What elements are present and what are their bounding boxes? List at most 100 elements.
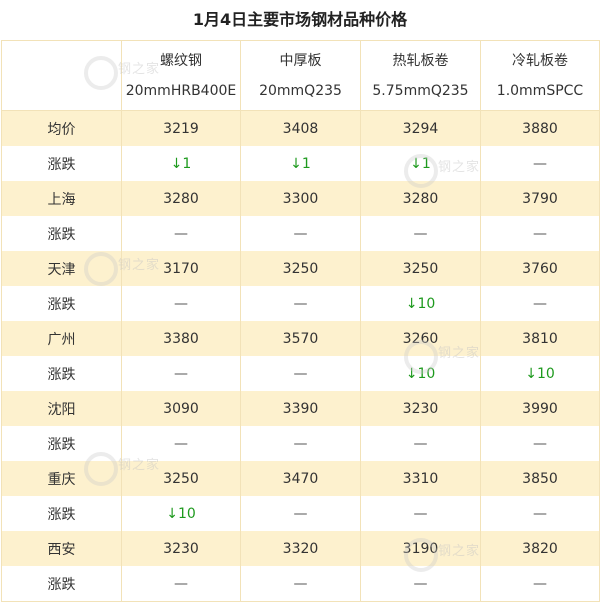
product-name: 中厚板 bbox=[279, 52, 322, 69]
table-cell: 3190 bbox=[360, 531, 481, 566]
table-cell: 3990 bbox=[480, 391, 600, 426]
header-corner bbox=[1, 40, 122, 111]
table-cell: 3408 bbox=[240, 110, 361, 146]
product-spec: 1.0mmSPCC bbox=[496, 82, 584, 99]
table-cell: — bbox=[240, 216, 361, 251]
table-cell: 3300 bbox=[240, 181, 361, 216]
table-cell: 3280 bbox=[360, 181, 481, 216]
table-cell: — bbox=[240, 496, 361, 531]
table-cell: 3470 bbox=[240, 461, 361, 496]
table-cell: 3280 bbox=[121, 181, 241, 216]
table-row: 广州 3380 3570 3260 3810 bbox=[1, 321, 600, 356]
row-label: 涨跌 bbox=[1, 426, 122, 461]
table-cell: — bbox=[240, 286, 361, 321]
table-cell: 3090 bbox=[121, 391, 241, 426]
row-label: 涨跌 bbox=[1, 286, 122, 321]
table-cell: 3170 bbox=[121, 251, 241, 286]
row-label: 均价 bbox=[1, 110, 122, 146]
product-spec: 5.75mmQ235 bbox=[372, 82, 469, 99]
table-cell: — bbox=[480, 496, 600, 531]
product-spec: 20mmQ235 bbox=[259, 82, 342, 99]
table-cell: — bbox=[240, 566, 361, 602]
product-name: 螺纹钢 bbox=[160, 52, 202, 69]
table-cell: 3260 bbox=[360, 321, 481, 356]
table-row: 天津 3170 3250 3250 3760 bbox=[1, 251, 600, 286]
row-label: 涨跌 bbox=[1, 146, 122, 181]
table-row: 涨跌 — — — — bbox=[1, 566, 600, 602]
row-label: 沈阳 bbox=[1, 391, 122, 426]
table-row: 涨跌 ↓1 ↓1 ↓1— bbox=[1, 146, 600, 181]
table-cell: — bbox=[121, 286, 241, 321]
header-cold-rolled: 冷轧板卷 1.0mmSPCC bbox=[480, 40, 600, 111]
table-cell: 3310 bbox=[360, 461, 481, 496]
table-cell: — bbox=[480, 286, 600, 321]
row-label: 涨跌 bbox=[1, 496, 122, 531]
table-row: 西安 3230 3320 3190 3820 bbox=[1, 531, 600, 566]
table-row: 涨跌 — — ↓10— bbox=[1, 286, 600, 321]
row-label: 天津 bbox=[1, 251, 122, 286]
table-cell: 3294 bbox=[360, 110, 481, 146]
table-cell: — bbox=[121, 216, 241, 251]
table-cell: ↓1 bbox=[121, 146, 241, 181]
price-table: 螺纹钢 20mmHRB400E 中厚板 20mmQ235 热轧板卷 5.75mmQ23… bbox=[1, 40, 600, 602]
header-plate: 中厚板 20mmQ235 bbox=[240, 40, 361, 111]
table-cell: 3250 bbox=[240, 251, 361, 286]
row-label: 上海 bbox=[1, 181, 122, 216]
table-row: 涨跌 — — — — bbox=[1, 216, 600, 251]
table-row: 涨跌 — — — — bbox=[1, 426, 600, 461]
price-table-body: 均价 3219 3408 3294 3880 涨跌 ↓1 ↓1 ↓1— 上海 3280 3300 328… bbox=[1, 110, 600, 602]
product-name: 冷轧板卷 bbox=[512, 52, 568, 69]
row-label: 广州 bbox=[1, 321, 122, 356]
table-title: 1月4日主要市场钢材品种价格 bbox=[192, 10, 408, 29]
product-name: 热轧板卷 bbox=[392, 52, 449, 69]
row-label: 涨跌 bbox=[1, 566, 122, 602]
table-cell: — bbox=[480, 216, 600, 251]
table-cell: — bbox=[121, 426, 241, 461]
row-label: 涨跌 bbox=[1, 216, 122, 251]
table-cell: — bbox=[121, 356, 241, 391]
table-cell: 3230 bbox=[121, 531, 241, 566]
table-cell: 3880 bbox=[480, 110, 600, 146]
row-label: 重庆 bbox=[1, 461, 122, 496]
table-cell: ↓1 bbox=[240, 146, 361, 181]
table-cell: 3570 bbox=[240, 321, 361, 356]
table-cell: — bbox=[121, 566, 241, 602]
table-cell: 3230 bbox=[360, 391, 481, 426]
table-cell: 3320 bbox=[240, 531, 361, 566]
table-row: 沈阳 3090 3390 3230 3990 bbox=[1, 391, 600, 426]
row-label: 涨跌 bbox=[1, 356, 122, 391]
table-cell: 3250 bbox=[121, 461, 241, 496]
header-hot-rolled: 热轧板卷 5.75mmQ235 bbox=[360, 40, 481, 111]
table-row: 上海 3280 3300 3280 3790 bbox=[1, 181, 600, 216]
table-cell: 3219 bbox=[121, 110, 241, 146]
table-cell: ↓10 bbox=[360, 356, 481, 391]
table-cell: 3380 bbox=[121, 321, 241, 356]
row-label: 西安 bbox=[1, 531, 122, 566]
table-cell: — bbox=[240, 356, 361, 391]
table-cell: 3760 bbox=[480, 251, 600, 286]
product-spec: 20mmHRB400E bbox=[125, 82, 237, 99]
table-cell: ↓10 bbox=[121, 496, 241, 531]
header-rebar: 螺纹钢 20mmHRB400E bbox=[121, 40, 241, 111]
table-row: 涨跌 ↓10— — — bbox=[1, 496, 600, 531]
table-cell: — bbox=[360, 496, 481, 531]
table-cell: 3390 bbox=[240, 391, 361, 426]
table-cell: 3250 bbox=[360, 251, 481, 286]
table-cell: — bbox=[480, 146, 600, 181]
table-cell: — bbox=[360, 216, 481, 251]
table-cell: ↓10 bbox=[360, 286, 481, 321]
table-cell: — bbox=[360, 566, 481, 602]
header-row: 螺纹钢 20mmHRB400E 中厚板 20mmQ235 热轧板卷 5.75mmQ23… bbox=[1, 40, 600, 111]
table-cell: 3790 bbox=[480, 181, 600, 216]
table-row: 均价 3219 3408 3294 3880 bbox=[1, 110, 600, 146]
table-cell: ↓1 bbox=[360, 146, 481, 181]
table-cell: 3810 bbox=[480, 321, 600, 356]
table-cell: — bbox=[480, 426, 600, 461]
table-cell: — bbox=[360, 426, 481, 461]
table-row: 涨跌 — — ↓10 ↓10 bbox=[1, 356, 600, 391]
table-cell: 3820 bbox=[480, 531, 600, 566]
table-row: 重庆 3250 3470 3310 3850 bbox=[1, 461, 600, 496]
table-cell: 3850 bbox=[480, 461, 600, 496]
table-cell: — bbox=[240, 426, 361, 461]
table-cell: ↓10 bbox=[480, 356, 600, 391]
